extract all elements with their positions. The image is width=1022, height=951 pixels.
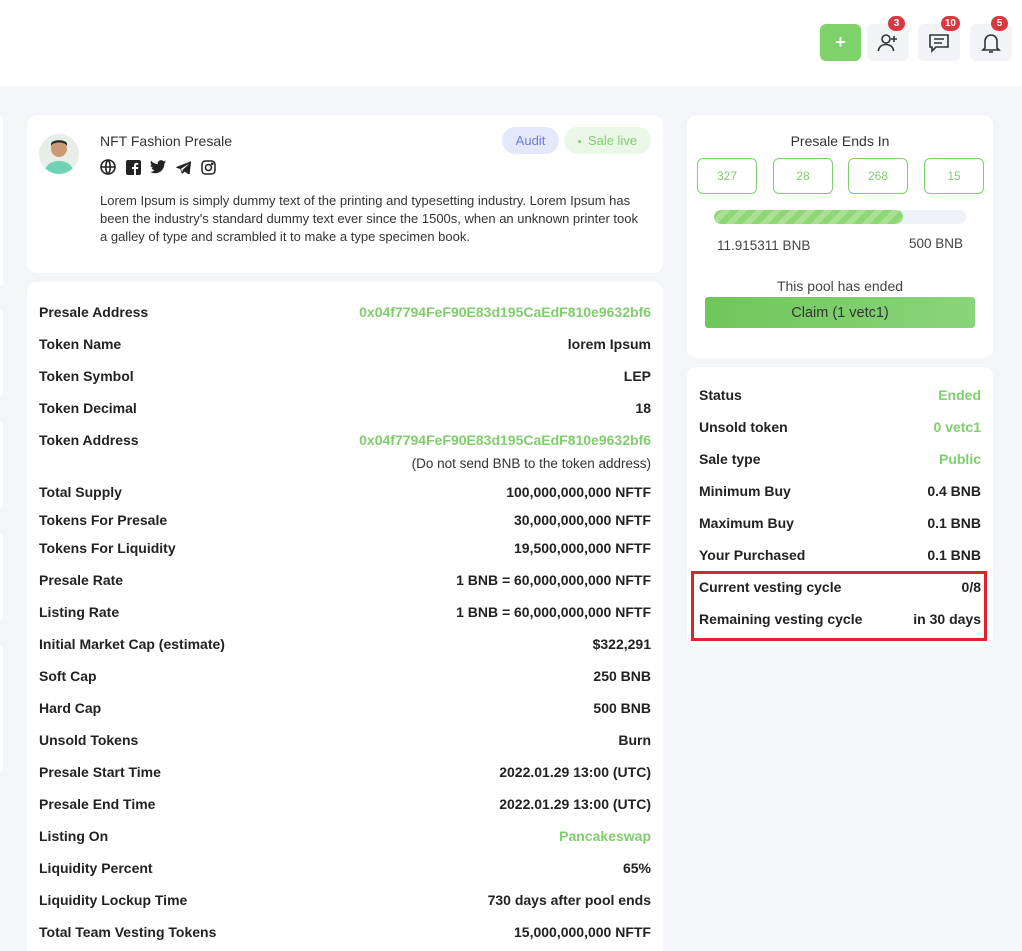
status-row: Unsold token 0 vetc1 (699, 419, 981, 435)
telegram-icon[interactable] (175, 159, 191, 175)
progress-fill (714, 210, 903, 224)
status-value: Ended (938, 387, 981, 403)
add-user-icon (877, 33, 897, 51)
countdown-title: Presale Ends In (790, 133, 890, 149)
plus-icon: + (835, 32, 846, 52)
status-row: Status Ended (699, 387, 981, 403)
vesting-highlight-box (691, 571, 987, 641)
notifications-badge: 5 (991, 16, 1008, 31)
hard-cap-amount: 500 BNB (908, 236, 963, 251)
detail-row: Liquidity Percent 65% (39, 860, 651, 876)
sidebar-edge (0, 116, 3, 286)
instagram-icon[interactable] (200, 159, 216, 175)
countdown-minutes: 268 (848, 158, 908, 194)
messages-button[interactable]: 10 (918, 16, 960, 61)
sidebar-edge (0, 534, 3, 620)
pool-status-text: This pool has ended (776, 278, 904, 294)
friend-requests-badge: 3 (888, 16, 905, 31)
detail-row: Soft Cap 250 BNB (39, 668, 651, 684)
status-row: Sale type Public (699, 451, 981, 467)
detail-row: Presale Start Time 2022.01.29 13:00 (UTC) (39, 764, 651, 780)
detail-row: Token Decimal 18 (39, 400, 651, 416)
friend-requests-button[interactable]: 3 (867, 16, 909, 61)
live-dot-icon (577, 140, 581, 144)
globe-icon[interactable] (100, 159, 116, 175)
detail-row: Unsold Tokens Burn (39, 732, 651, 748)
detail-row: Total Supply 100,000,000,000 NFTF (39, 484, 651, 500)
detail-row: Tokens For Liquidity 19,500,000,000 NFTF (39, 540, 651, 556)
add-button[interactable]: + (820, 24, 861, 61)
sale-live-label: Sale live (587, 133, 638, 148)
detail-row: Presale Address 0x04f7794FeF90E83d195CaEd… (39, 304, 651, 320)
bell-icon (981, 33, 1001, 53)
detail-row: Token Symbol LEP (39, 368, 651, 384)
audit-badge[interactable]: Audit (502, 127, 559, 154)
detail-row: Listing Rate 1 BNB = 60,000,000,000 NFTF (39, 604, 651, 620)
presale-address-link[interactable]: 0x04f7794FeF90E83d195CaEdF810e9632bf6 (359, 304, 651, 320)
messages-badge: 10 (940, 16, 960, 31)
detail-row: Liquidity Lockup Time 730 days after pool… (39, 892, 651, 908)
detail-row: Token Name lorem Ipsum (39, 336, 651, 352)
status-row: Maximum Buy 0.1 BNB (699, 515, 981, 531)
raised-amount: 11.915311 BNB (717, 238, 811, 253)
message-icon (929, 33, 949, 53)
project-info-card: NFT Fashion Presale Audit Sale live Lore… (27, 115, 663, 273)
detail-row: Total Team Vesting Tokens 15,000,000,000 … (39, 924, 651, 940)
sale-live-badge: Sale live (564, 127, 651, 154)
countdown-days: 327 (697, 158, 757, 194)
presale-details-card: Presale Address 0x04f7794FeF90E83d195CaEd… (27, 282, 663, 951)
countdown-hours: 28 (773, 158, 833, 194)
status-row: Your Purchased 0.1 BNB (699, 547, 981, 563)
detail-row: Listing On Pancakeswap (39, 828, 651, 844)
token-address-note: (Do not send BNB to the token address) (411, 456, 651, 471)
claim-button[interactable]: Claim (1 vetc1) (705, 297, 975, 328)
facebook-icon[interactable] (125, 159, 141, 175)
avatar (39, 134, 79, 174)
detail-row: Hard Cap 500 BNB (39, 700, 651, 716)
detail-row: Token Address 0x04f7794FeF90E83d195CaEdF8… (39, 432, 651, 448)
listing-exchange-link[interactable]: Pancakeswap (559, 828, 651, 844)
token-address-link[interactable]: 0x04f7794FeF90E83d195CaEdF810e9632bf6 (359, 432, 651, 448)
detail-row: Tokens For Presale 30,000,000,000 NFTF (39, 512, 651, 528)
detail-row: Presale End Time 2022.01.29 13:00 (UTC) (39, 796, 651, 812)
detail-row: Presale Rate 1 BNB = 60,000,000,000 NFTF (39, 572, 651, 588)
countdown-seconds: 15 (924, 158, 984, 194)
raise-progress-bar (714, 210, 966, 224)
sidebar-edge (0, 646, 3, 772)
status-row: Minimum Buy 0.4 BNB (699, 483, 981, 499)
sidebar-edge (0, 310, 3, 396)
social-links (100, 159, 216, 175)
countdown-card: Presale Ends In 327 28 268 15 11.915311 … (687, 115, 993, 358)
detail-row: Initial Market Cap (estimate) $322,291 (39, 636, 651, 652)
top-bar: + 3 10 5 (0, 0, 1022, 86)
twitter-icon[interactable] (150, 159, 166, 175)
sidebar-edge (0, 422, 3, 508)
notifications-button[interactable]: 5 (970, 16, 1012, 61)
project-name: NFT Fashion Presale (100, 133, 233, 149)
project-description: Lorem Ipsum is simply dummy text of the … (100, 193, 638, 244)
